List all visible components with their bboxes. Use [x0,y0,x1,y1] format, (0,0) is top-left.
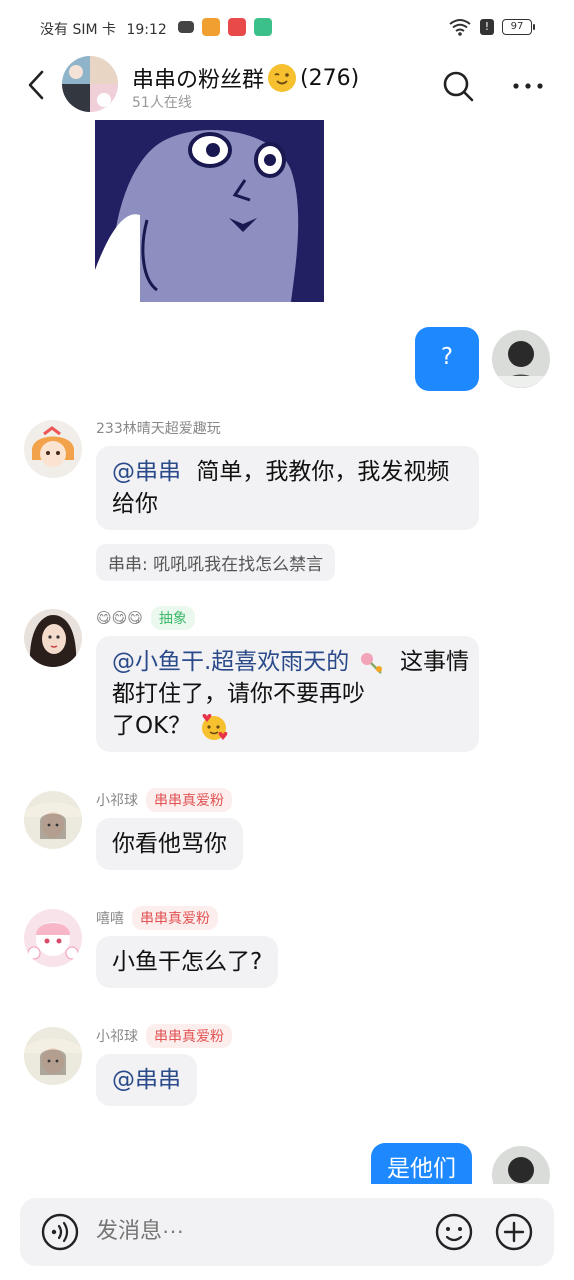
self-avatar[interactable] [492,330,550,388]
member-count: (276) [300,65,360,91]
battery-level: 97 [510,21,524,32]
message-input-bar [20,1198,554,1266]
message-text: 你看他骂你 [112,831,227,857]
message-bubble-self[interactable]: ? [415,327,479,391]
message-list[interactable]: ? 233林晴天超爱趣玩 @串串 简单，我教你，我发视频给你 串串: 吼吼吼我在… [0,116,574,1184]
user-avatar[interactable] [24,609,82,667]
user-avatar[interactable] [24,420,82,478]
sender-name[interactable]: 嘻嘻 [96,908,124,928]
status-bar: 没有 SIM 卡 19:12 ! 97 [0,0,574,58]
more-icon[interactable] [508,68,548,104]
status-left: 没有 SIM 卡 19:12 [40,19,167,39]
group-name: 串串の粉丝群 [132,68,265,93]
group-avatar[interactable] [62,56,118,112]
plus-icon[interactable] [494,1212,534,1252]
sender-name[interactable]: 233林晴天超爱趣玩 [96,418,221,438]
mention-link[interactable]: @小鱼干.超喜欢雨天的 [112,649,349,675]
reply-quote[interactable]: 串串: 吼吼吼我在找怎么禁言 [96,544,336,581]
carrier-text: 没有 SIM 卡 [40,22,116,38]
chat-header: 串串の粉丝群 (276) 51人在线 [0,54,574,116]
message-bubble[interactable]: 你看他骂你 [96,818,243,870]
app-notification-icon [228,18,246,36]
sender-row: 233林晴天超爱趣玩 [96,418,221,438]
sender-row: 嘻嘻 串串真爱粉 [96,906,218,930]
sender-row: 😋😋😋 抽象 [96,606,195,630]
message-bubble[interactable]: 小鱼干怎么了? [96,936,279,988]
love-emoji-icon [199,713,229,741]
mention-link[interactable]: @串串 [112,459,181,485]
alert-icon: ! [480,19,494,35]
group-title[interactable]: 串串の粉丝群 (276) [132,62,359,94]
message-bubble-self[interactable]: 是他们 [371,1143,472,1184]
status-right: ! 97 [448,18,535,36]
status-time: 19:12 [126,22,167,38]
member-tag: 串串真爱粉 [132,906,218,930]
chevron-left-icon[interactable] [22,68,52,102]
sender-row: 小祁球 串串真爱粉 [96,1024,232,1048]
emoji-icon[interactable] [434,1212,474,1252]
wifi-icon [449,19,471,36]
candy-emoji-icon [357,651,385,675]
video-notification-icon [178,21,194,33]
sender-emoji-name[interactable]: 😋😋😋 [96,609,143,627]
quote-text: 串串: 吼吼吼我在找怎么禁言 [108,555,324,575]
online-count: 51人在线 [132,95,192,111]
mention-link[interactable]: @串串 [112,1067,181,1093]
user-avatar[interactable] [24,791,82,849]
user-avatar[interactable] [24,1027,82,1085]
sender-name[interactable]: 小祁球 [96,1026,138,1046]
message-text: 了OK？ [112,713,192,739]
member-tag: 串串真爱粉 [146,788,232,812]
sender-name[interactable]: 小祁球 [96,790,138,810]
self-avatar[interactable] [492,1146,550,1184]
message-bubble[interactable]: @小鱼干.超喜欢雨天的 这事情都打住了，请你不要再吵 了OK？ [96,636,479,752]
sticker-image[interactable] [95,120,324,302]
message-bubble[interactable]: @串串 [96,1054,197,1106]
message-text: ? [440,344,454,370]
wink-emoji-icon [268,64,297,92]
message-input[interactable] [96,1214,396,1248]
user-avatar[interactable] [24,909,82,967]
battery-icon: 97 [502,19,535,35]
member-tag: 抽象 [150,606,195,630]
message-text: 小鱼干怎么了? [112,949,263,975]
member-tag: 串串真爱粉 [146,1024,232,1048]
search-icon[interactable] [440,68,476,104]
app-notification-icon [202,18,220,36]
voice-icon[interactable] [40,1212,80,1252]
message-text: 是他们 [387,1156,456,1182]
app-notification-icon [254,18,272,36]
sender-row: 小祁球 串串真爱粉 [96,788,232,812]
status-app-icons [178,18,272,36]
message-bubble[interactable]: @串串 简单，我教你，我发视频给你 [96,446,479,530]
